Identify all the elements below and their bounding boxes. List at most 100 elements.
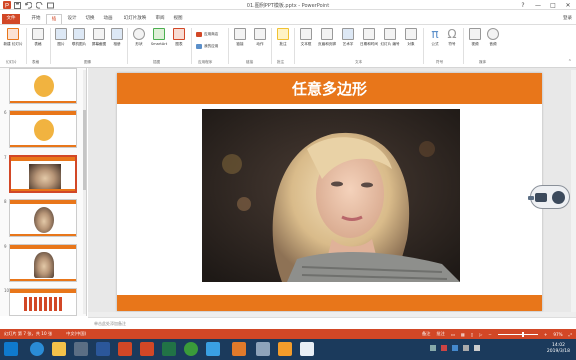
slide-thumbnail[interactable] <box>9 68 77 104</box>
group-label-tables: 表格 <box>32 60 40 64</box>
minimize-button[interactable]: — <box>532 1 544 9</box>
slide-sorter-icon[interactable]: ▦ <box>461 332 465 337</box>
slide-title[interactable]: 任意多边形 <box>117 78 542 99</box>
wordart-button[interactable]: 艺术字 <box>337 28 359 47</box>
slide-thumbnail[interactable] <box>9 244 77 282</box>
reading-view-icon[interactable]: ▯ <box>471 332 473 337</box>
tab-insert[interactable]: 插入 <box>46 14 62 32</box>
maximize-button[interactable]: □ <box>547 1 559 9</box>
portrait-image <box>34 207 54 233</box>
group-label-comments: 批注 <box>277 60 285 64</box>
tab-view[interactable]: 视图 <box>170 14 186 24</box>
table-button[interactable]: 表格 <box>27 28 49 47</box>
tab-transitions[interactable]: 切换 <box>82 14 98 24</box>
tab-review[interactable]: 审阅 <box>152 14 168 24</box>
ie-icon[interactable] <box>30 342 44 356</box>
slide-thumbnail-selected[interactable] <box>9 155 77 193</box>
slide-scrollbar[interactable] <box>571 70 576 312</box>
app-icon[interactable] <box>256 342 270 356</box>
album-icon <box>111 28 123 40</box>
zoom-in-button[interactable]: + <box>544 332 548 337</box>
zoom-out-button[interactable]: − <box>488 332 492 337</box>
network-icon[interactable] <box>463 345 469 351</box>
collapse-ribbon-icon[interactable]: ⌃ <box>568 59 572 65</box>
new-slide-button[interactable]: 新建 幻灯片 <box>2 28 24 47</box>
group-label-apps: 应用程序 <box>198 60 213 64</box>
object-icon <box>405 28 417 40</box>
status-bar: 幻灯片 第 7 张，共 10 张 中文(中国) 备注 批注 ▭ ▦ ▯ ▷ − … <box>0 329 576 339</box>
photo-album-button[interactable]: 相册 <box>106 28 128 47</box>
paint-icon[interactable] <box>232 342 246 356</box>
powerpoint-alt-icon[interactable] <box>140 342 154 356</box>
pi-icon: π <box>431 27 439 41</box>
arrow-icon <box>528 196 534 200</box>
new-slide-icon <box>7 28 19 40</box>
player-icon[interactable] <box>278 342 292 356</box>
tab-animations[interactable]: 动画 <box>100 14 116 24</box>
chart-button[interactable]: 图表 <box>168 28 190 47</box>
start-button[interactable] <box>4 342 18 356</box>
zoom-level[interactable]: 97% <box>553 332 562 337</box>
tab-file[interactable]: 文件 <box>2 14 20 24</box>
redo-icon[interactable] <box>35 1 44 9</box>
close-button[interactable]: ✕ <box>562 1 574 9</box>
xmind-icon[interactable] <box>184 342 198 356</box>
smartart-button[interactable]: SmartArt <box>148 28 170 46</box>
my-apps-button[interactable]: 我的应用 <box>196 44 218 49</box>
notepad-icon[interactable] <box>300 342 314 356</box>
video-player-icon[interactable] <box>74 342 88 356</box>
zoom-slider[interactable] <box>497 331 538 337</box>
notes-toggle[interactable]: 备注 <box>422 331 430 337</box>
notes-pane[interactable]: 单击此处添加备注 <box>88 317 576 329</box>
tab-home[interactable]: 开始 <box>28 14 44 24</box>
link-button[interactable]: 链接 <box>229 28 251 47</box>
audio-button[interactable]: 音频 <box>482 28 504 47</box>
thumbnail-scrollbar[interactable] <box>83 70 86 314</box>
sign-in-link[interactable]: 登录 <box>563 15 572 21</box>
header-footer-button[interactable]: 页眉和页脚 <box>316 28 338 47</box>
action-button[interactable]: 动作 <box>249 28 271 47</box>
tab-slideshow[interactable]: 幻灯片放映 <box>120 14 150 24</box>
powerpoint-icon[interactable] <box>118 342 132 356</box>
slide-thumbnail[interactable] <box>9 110 77 148</box>
tray-icon[interactable] <box>441 345 447 351</box>
language-indicator[interactable]: 中文(中国) <box>66 331 86 337</box>
portrait-photo[interactable] <box>202 109 460 282</box>
file-explorer-icon[interactable] <box>52 342 66 356</box>
volume-icon[interactable] <box>474 345 480 351</box>
photos-icon[interactable] <box>206 342 220 356</box>
windows-taskbar: 14:02 2019/3/18 <box>0 339 576 360</box>
tray-icon[interactable] <box>430 345 436 351</box>
slide[interactable]: 任意多边形 <box>117 73 542 311</box>
zoom-slider-knob[interactable] <box>521 331 524 337</box>
tab-design[interactable]: 设计 <box>64 14 80 24</box>
office-store-button[interactable]: 应用商店 <box>196 32 218 37</box>
date-time-button[interactable]: 日期和时间 <box>358 28 380 47</box>
normal-view-icon[interactable]: ▭ <box>451 332 455 337</box>
scroll-thumb[interactable] <box>83 110 86 190</box>
slide-number-button[interactable]: 幻灯片 编号 <box>379 28 401 47</box>
comment-button[interactable]: 批注 <box>272 28 294 47</box>
quick-access-toolbar: P <box>2 1 55 9</box>
shapes-button[interactable]: 形状 <box>128 28 150 47</box>
document-title: 01.图例PPT模板.pptx - PowerPoint <box>246 3 330 9</box>
clock-date: 2019/3/18 <box>546 349 570 354</box>
slideshow-icon[interactable]: ▷ <box>479 332 482 337</box>
floating-tool-widget[interactable] <box>528 185 570 209</box>
online-pictures-button[interactable]: 联机图片 <box>68 28 90 47</box>
save-icon[interactable] <box>13 1 22 9</box>
symbol-button[interactable]: Ω 符号 <box>441 28 463 47</box>
help-button[interactable]: ? <box>517 1 529 9</box>
undo-icon[interactable] <box>24 1 33 9</box>
object-button[interactable]: 对象 <box>400 28 422 47</box>
tray-icon[interactable] <box>452 345 458 351</box>
textbox-button[interactable]: 文本框 <box>295 28 317 47</box>
comments-toggle[interactable]: 批注 <box>436 331 444 337</box>
fit-slide-icon[interactable]: ⤢ <box>569 332 572 337</box>
excel-icon[interactable] <box>162 342 176 356</box>
start-from-beginning-icon[interactable] <box>46 1 55 9</box>
clock[interactable]: 14:02 2019/3/18 <box>547 343 570 355</box>
slide-thumbnail[interactable] <box>9 288 77 316</box>
word-icon[interactable] <box>96 342 110 356</box>
slide-thumbnail[interactable] <box>9 199 77 237</box>
